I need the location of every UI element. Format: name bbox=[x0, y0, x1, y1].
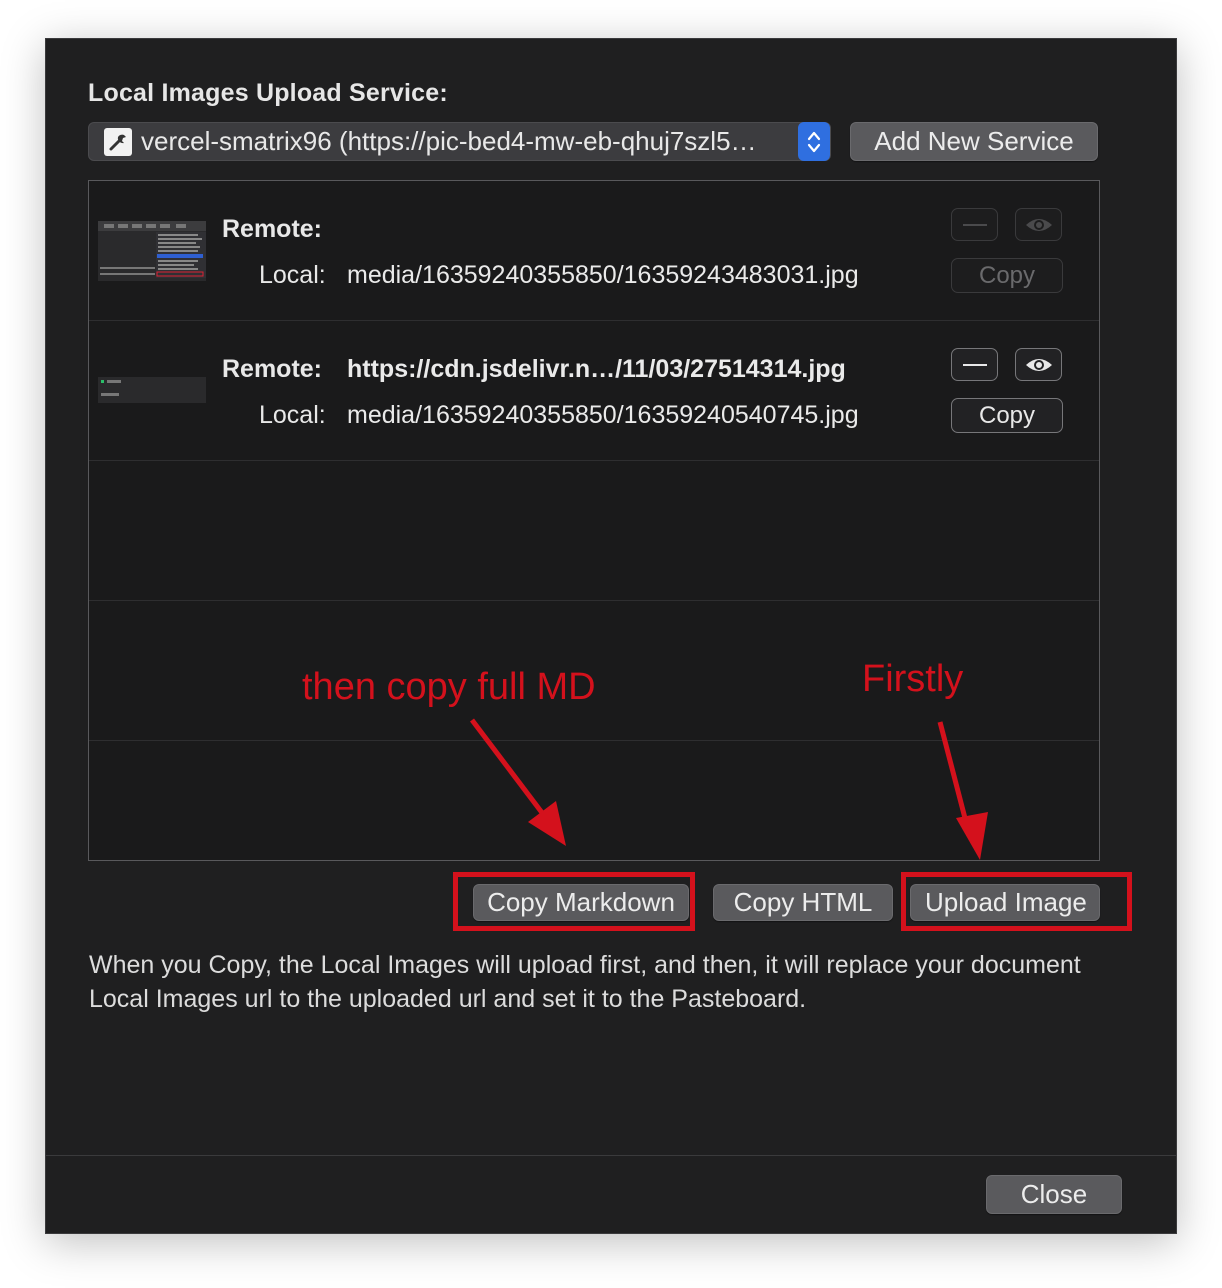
annotation-arrowhead-step1 bbox=[956, 812, 988, 860]
annotation-arrow-step2 bbox=[470, 718, 548, 820]
annotation-box-copy-markdown bbox=[453, 872, 695, 931]
annotation-arrows bbox=[470, 718, 988, 860]
annotation-box-upload-image bbox=[901, 872, 1132, 931]
annotation-arrowhead-step2 bbox=[528, 801, 566, 846]
annotation-arrow-step1 bbox=[937, 721, 969, 823]
